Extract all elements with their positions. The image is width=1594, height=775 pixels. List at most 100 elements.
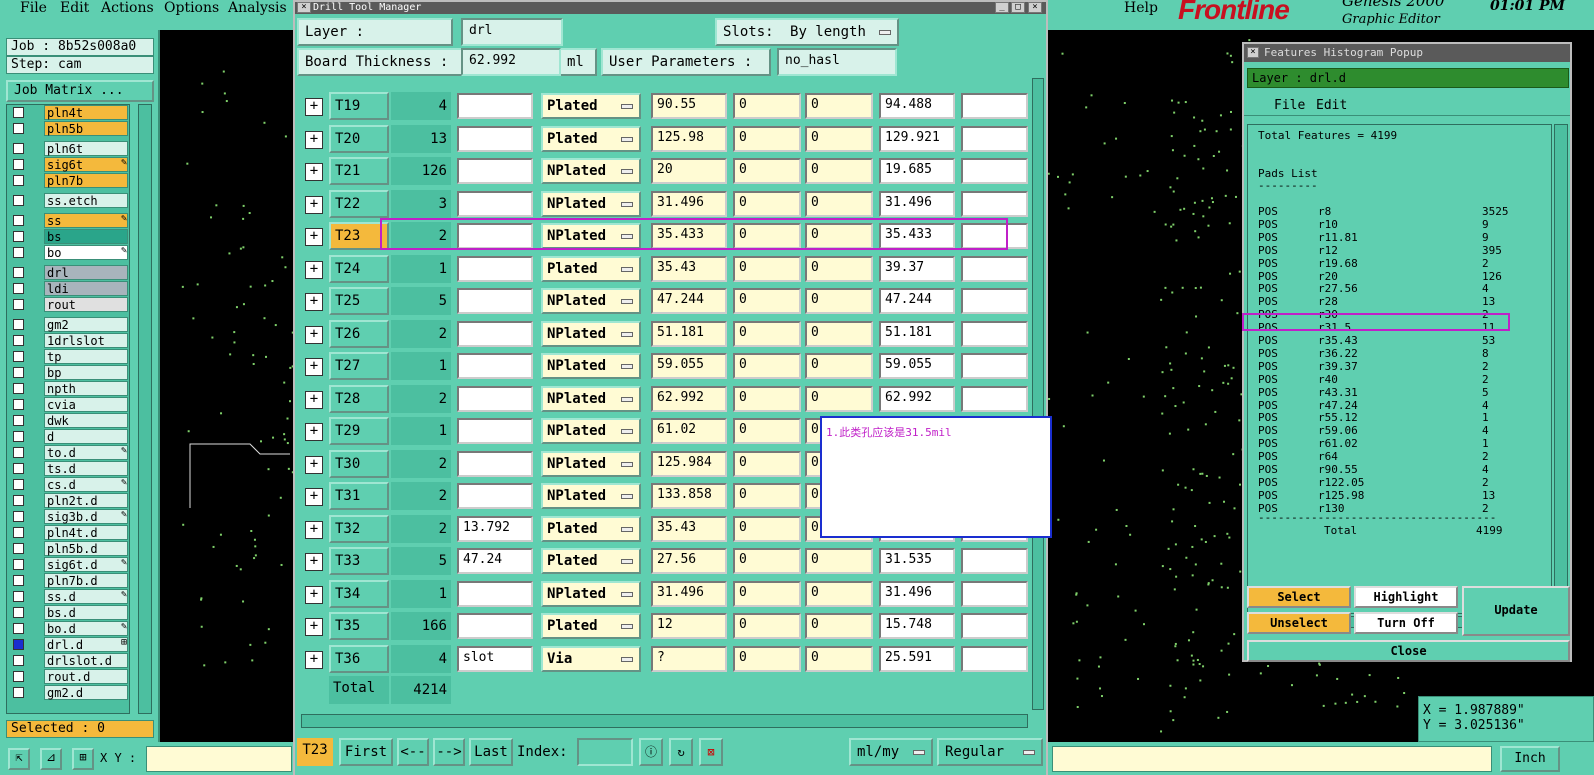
expand-icon[interactable]: +	[305, 195, 323, 214]
units-dropdown[interactable]: ml/my	[849, 738, 933, 766]
index-field[interactable]	[577, 738, 633, 766]
pad-row[interactable]: POS r43.31 5	[1258, 386, 1548, 399]
tool-cell[interactable]: T36	[329, 644, 389, 673]
layer-checkbox[interactable]	[13, 231, 24, 242]
menu-help[interactable]: Help	[1124, 0, 1158, 16]
layer-checkbox[interactable]	[13, 623, 24, 634]
layer-name[interactable]: pln5b.d	[44, 541, 128, 556]
finish-size-field[interactable]: 31.496	[651, 580, 727, 607]
finish-size-field[interactable]: 125.98	[651, 125, 727, 152]
plating-dropdown[interactable]: NPlated	[541, 158, 641, 184]
layer-checkbox[interactable]	[13, 267, 24, 278]
layer-name[interactable]: gm2.d	[44, 685, 128, 700]
layer-name[interactable]: pln4t.d	[44, 525, 128, 540]
extra-field[interactable]	[961, 385, 1028, 412]
drill-size-field[interactable]: 51.181	[879, 320, 955, 347]
layer-row[interactable]: bp	[7, 365, 131, 380]
cancel-icon[interactable]: ⊠	[699, 738, 723, 766]
layer-row[interactable]: d	[7, 429, 131, 444]
layer-checkbox[interactable]	[13, 543, 24, 554]
tolerance-minus-field[interactable]: 0	[805, 385, 873, 412]
tolerance-plus-field[interactable]: 0	[733, 385, 801, 412]
layer-checkbox[interactable]	[13, 175, 24, 186]
layer-checkbox[interactable]	[13, 247, 24, 258]
layer-row[interactable]: sig3b.d ✎	[7, 509, 131, 524]
layer-row[interactable]: bs	[7, 229, 131, 244]
type-field[interactable]	[457, 385, 533, 412]
expand-icon[interactable]: +	[305, 455, 323, 474]
tolerance-plus-field[interactable]: 0	[733, 353, 801, 379]
extra-field[interactable]	[961, 93, 1028, 119]
plating-dropdown[interactable]: NPlated	[541, 288, 641, 314]
layer-checkbox[interactable]	[13, 299, 24, 310]
type-field[interactable]	[457, 613, 533, 639]
plating-dropdown[interactable]: Plated	[541, 515, 641, 542]
drill-size-field[interactable]: 31.496	[879, 190, 955, 217]
finish-size-field[interactable]: 12	[651, 613, 727, 639]
layer-checkbox[interactable]	[13, 399, 24, 410]
layer-checkbox[interactable]	[13, 479, 24, 490]
close-icon[interactable]: ×	[1028, 2, 1042, 13]
tolerance-minus-field[interactable]: 0	[805, 93, 873, 119]
pad-row[interactable]: POS r28 13	[1258, 295, 1548, 308]
extra-field[interactable]	[961, 255, 1028, 282]
finish-size-field[interactable]: 27.56	[651, 548, 727, 574]
layer-row[interactable]: pln6t	[7, 141, 131, 156]
finish-size-field[interactable]: 90.55	[651, 93, 727, 119]
tool-cell[interactable]: T31	[329, 482, 389, 510]
pad-row[interactable]: POS r59.06 4	[1258, 424, 1548, 437]
plating-dropdown[interactable]: Via	[541, 645, 641, 672]
drill-size-field[interactable]: 62.992	[879, 385, 955, 412]
layer-row[interactable]: ts.d	[7, 461, 131, 476]
type-field[interactable]	[457, 483, 533, 509]
layer-checkbox[interactable]	[13, 143, 24, 154]
layer-name[interactable]: d	[44, 429, 128, 444]
layer-name[interactable]: sig6t	[44, 157, 128, 172]
layer-name[interactable]: pln6t	[44, 141, 128, 156]
menu-edit[interactable]: Edit	[1316, 98, 1347, 113]
layer-checkbox[interactable]	[13, 591, 24, 602]
layer-name[interactable]: ss.d	[44, 589, 128, 604]
expand-icon[interactable]: +	[305, 325, 323, 344]
drill-size-field[interactable]: 19.685	[879, 158, 955, 184]
expand-icon[interactable]: +	[305, 228, 323, 246]
tolerance-plus-field[interactable]: 0	[733, 93, 801, 119]
layer-row[interactable]: bs.d	[7, 605, 131, 620]
type-field[interactable]	[457, 158, 533, 184]
menu-file[interactable]: File	[1274, 98, 1305, 113]
layer-checkbox[interactable]	[13, 367, 24, 378]
expand-icon[interactable]: +	[305, 488, 323, 506]
tolerance-minus-field[interactable]: 0	[805, 320, 873, 347]
type-field[interactable]	[457, 255, 533, 282]
window-menu-icon[interactable]: ×	[297, 2, 311, 13]
layer-checkbox[interactable]	[13, 123, 24, 134]
tool-cell[interactable]: T21	[329, 157, 389, 185]
plating-dropdown[interactable]: NPlated	[541, 418, 641, 444]
tolerance-minus-field[interactable]: 0	[805, 613, 873, 639]
drill-size-field[interactable]: 39.37	[879, 255, 955, 282]
layer-row[interactable]: drl	[7, 265, 131, 280]
layer-row[interactable]: sig6t.d ✎	[7, 557, 131, 572]
layer-checkbox[interactable]	[13, 215, 24, 226]
finish-size-field[interactable]: 125.984	[651, 450, 727, 477]
layer-row[interactable]: pln5b	[7, 121, 131, 136]
layer-row[interactable]: drl.d ⊞	[7, 637, 131, 652]
tolerance-minus-field[interactable]: 0	[805, 645, 873, 672]
pad-row[interactable]: POS r90.55 4	[1258, 463, 1548, 476]
window-titlebar[interactable]: × Features Histogram Popup	[1244, 44, 1570, 62]
layer-row[interactable]: bo ✎	[7, 245, 131, 260]
pad-row[interactable]: POS r122.05 2	[1258, 476, 1548, 489]
histogram-vscroll[interactable]	[1554, 124, 1568, 614]
tool-cell[interactable]: T22	[329, 189, 389, 218]
pad-row[interactable]: POS r12 395	[1258, 244, 1548, 257]
expand-icon[interactable]: +	[305, 293, 323, 311]
finish-size-field[interactable]: 133.858	[651, 483, 727, 509]
extra-field[interactable]	[961, 645, 1028, 672]
drill-size-field[interactable]: 59.055	[879, 353, 955, 379]
table-vscroll[interactable]	[1032, 78, 1044, 710]
layer-name[interactable]: drl	[44, 265, 128, 280]
expand-icon[interactable]: +	[305, 585, 323, 604]
plating-dropdown[interactable]: NPlated	[541, 320, 641, 347]
layer-name[interactable]: tp	[44, 349, 128, 364]
layer-checkbox[interactable]	[13, 607, 24, 618]
